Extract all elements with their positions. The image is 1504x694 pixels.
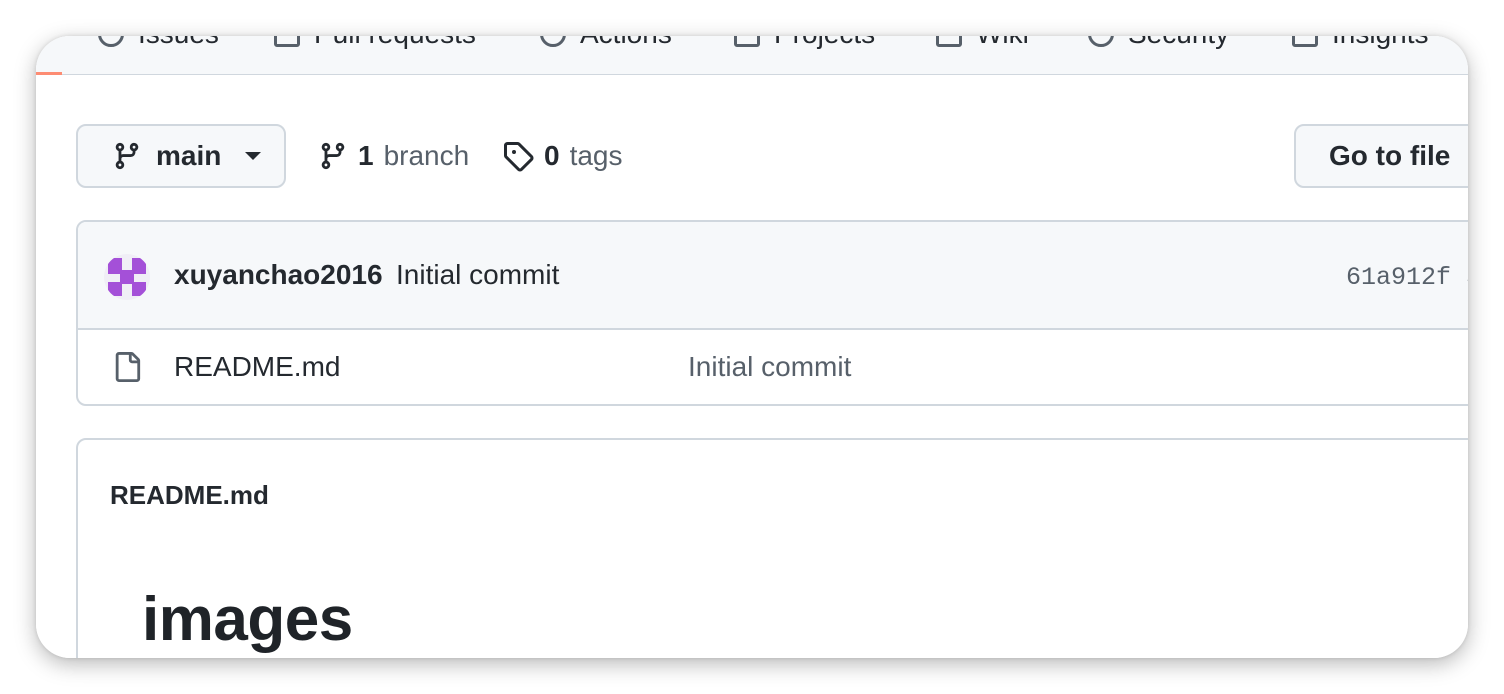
tab-label: Issues bbox=[138, 36, 219, 50]
issue-icon bbox=[98, 36, 124, 47]
file-listing: xuyanchao2016 Initial commit 61a912f 5 R… bbox=[76, 220, 1468, 406]
file-icon bbox=[115, 352, 141, 382]
tags-link[interactable]: 0 tags bbox=[502, 136, 623, 176]
commit-author[interactable]: xuyanchao2016 bbox=[174, 259, 383, 291]
avatar[interactable] bbox=[104, 254, 150, 300]
table-row: README.md Initial commit bbox=[78, 330, 1468, 404]
branch-count-label: branch bbox=[383, 140, 470, 171]
branch-count: 1 bbox=[358, 140, 374, 171]
tab-label: Actions bbox=[580, 36, 672, 50]
browser-window: Issues Pull requests Actions Projects Wi… bbox=[36, 36, 1468, 658]
file-name-link[interactable]: README.md bbox=[174, 351, 340, 383]
git-branch-icon bbox=[321, 142, 345, 170]
commit-message[interactable]: Initial commit bbox=[396, 259, 559, 291]
branch-select-button[interactable]: main bbox=[76, 124, 286, 188]
book-icon bbox=[936, 36, 962, 47]
tab-label: Insights bbox=[1332, 36, 1429, 50]
tab-issues[interactable]: Issues bbox=[98, 36, 219, 54]
readme-title[interactable]: README.md bbox=[110, 480, 269, 511]
latest-commit-bar: xuyanchao2016 Initial commit 61a912f 5 bbox=[78, 222, 1468, 330]
repo-nav: Issues Pull requests Actions Projects Wi… bbox=[36, 36, 1468, 75]
tab-actions[interactable]: Actions bbox=[540, 36, 672, 54]
readme-panel: README.md images bbox=[76, 438, 1468, 658]
tab-label: Wiki bbox=[976, 36, 1029, 50]
tag-count-label: tags bbox=[569, 140, 623, 171]
active-tab-underline bbox=[36, 72, 62, 75]
tab-label: Security bbox=[1128, 36, 1229, 50]
tab-pull-requests[interactable]: Pull requests bbox=[274, 36, 476, 54]
tag-icon bbox=[504, 142, 534, 172]
tab-security[interactable]: Security bbox=[1088, 36, 1229, 54]
tab-label: Projects bbox=[774, 36, 875, 50]
tag-count: 0 bbox=[544, 140, 560, 171]
graph-icon bbox=[1292, 36, 1318, 47]
tab-label: Pull requests bbox=[314, 36, 476, 50]
pull-request-icon bbox=[274, 36, 300, 47]
commit-sha[interactable]: 61a912f 5 bbox=[1346, 263, 1468, 292]
tab-insights[interactable]: Insights bbox=[1292, 36, 1429, 54]
play-icon bbox=[540, 36, 566, 47]
file-commit-message[interactable]: Initial commit bbox=[688, 351, 851, 383]
go-to-file-button[interactable]: Go to file bbox=[1294, 124, 1468, 188]
shield-icon bbox=[1088, 36, 1114, 47]
tab-projects[interactable]: Projects bbox=[734, 36, 875, 54]
branches-link[interactable]: 1 branch bbox=[318, 136, 469, 176]
readme-heading: images bbox=[142, 585, 353, 654]
chevron-down-icon bbox=[245, 152, 262, 160]
tab-wiki[interactable]: Wiki bbox=[936, 36, 1029, 54]
git-branch-icon bbox=[115, 142, 139, 170]
branch-name: main bbox=[156, 140, 222, 171]
table-icon bbox=[734, 36, 760, 47]
